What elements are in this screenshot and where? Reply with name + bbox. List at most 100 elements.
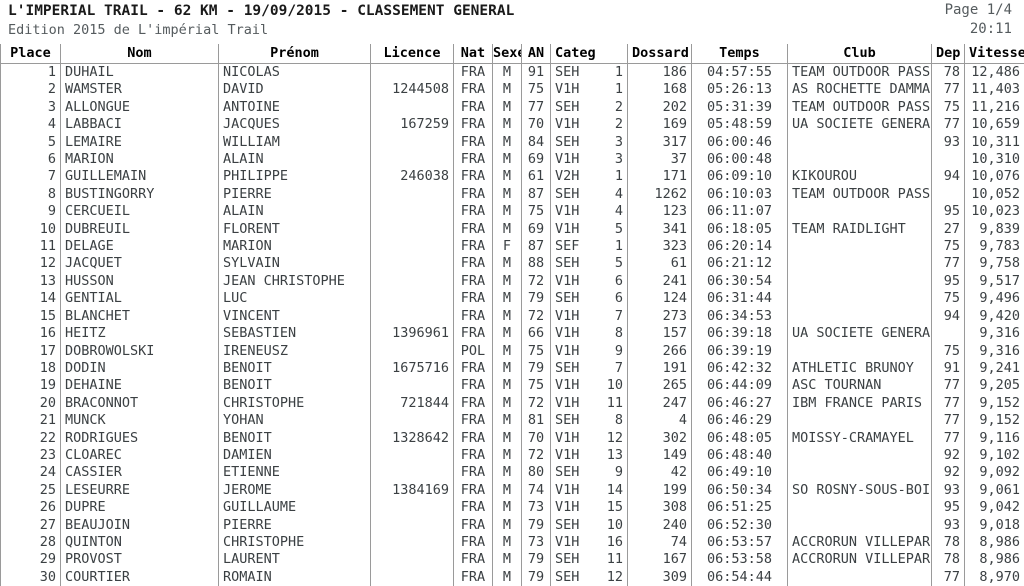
column-header-nom[interactable]: Nom xyxy=(61,44,219,64)
row-cell-licence xyxy=(371,64,454,82)
table-row[interactable]: 17DOBROWOLSKIIRENEUSZPOLM75V1H926606:39:… xyxy=(1,343,1024,360)
row-cell-nom: HUSSON xyxy=(61,273,219,290)
table-row[interactable]: 22RODRIGUESBENOIT1328642FRAM70V1H1230206… xyxy=(1,430,1024,447)
table-row[interactable]: 4LABBACIJACQUES167259FRAM70V1H216905:48:… xyxy=(1,116,1024,133)
row-cell-nat: FRA xyxy=(454,360,493,377)
row-cell-dossard: 302 xyxy=(628,430,692,447)
row-cell-club: TEAM OUTDOOR PASSION xyxy=(788,99,932,116)
table-row[interactable]: 12JACQUETSYLVAINFRAM88SEH56106:21:12779,… xyxy=(1,255,1024,272)
row-cell-sexe: M xyxy=(493,517,522,534)
table-row[interactable]: 7GUILLEMAINPHILIPPE246038FRAM61V2H117106… xyxy=(1,168,1024,185)
row-cell-place: 28 xyxy=(1,534,61,551)
row-cell-categ: V2H xyxy=(551,168,596,185)
table-row[interactable]: 27BEAUJOINPIERREFRAM79SEH1024006:52:3093… xyxy=(1,517,1024,534)
column-header-dep[interactable]: Dep xyxy=(932,44,965,64)
row-cell-nat: FRA xyxy=(454,569,493,586)
row-cell-place: 3 xyxy=(1,99,61,116)
row-cell-categ: SEH xyxy=(551,551,596,568)
row-cell-licence xyxy=(371,273,454,290)
row-cell-temps: 05:26:13 xyxy=(692,81,788,98)
row-cell-licence xyxy=(371,377,454,394)
row-cell-dep: 94 xyxy=(932,308,965,325)
table-row[interactable]: 9CERCUEILALAINFRAM75V1H412306:11:079510,… xyxy=(1,203,1024,220)
row-cell-nat: FRA xyxy=(454,255,493,272)
print-time: 20:11 xyxy=(970,20,1012,38)
row-cell-place: 9 xyxy=(1,203,61,220)
row-cell-vitesse: 10,052 xyxy=(965,186,1024,203)
row-cell-club xyxy=(788,308,932,325)
row-cell-nom: BUSTINGORRY xyxy=(61,186,219,203)
row-cell-an: 66 xyxy=(522,325,551,342)
row-cell-sexe: M xyxy=(493,412,522,429)
row-cell-place: 29 xyxy=(1,551,61,568)
row-cell-club xyxy=(788,203,932,220)
table-row[interactable]: 24CASSIERETIENNEFRAM80SEH94206:49:10929,… xyxy=(1,464,1024,481)
table-row[interactable]: 11DELAGEMARIONFRAF87SEF132306:20:14759,7… xyxy=(1,238,1024,255)
table-row[interactable]: 2WAMSTERDAVID1244508FRAM75V1H116805:26:1… xyxy=(1,81,1024,98)
row-cell-nom: PROVOST xyxy=(61,551,219,568)
table-row[interactable]: 13HUSSONJEAN CHRISTOPHEFRAM72V1H624106:3… xyxy=(1,273,1024,290)
table-row[interactable]: 28QUINTONCHRISTOPHEFRAM73V1H167406:53:57… xyxy=(1,534,1024,551)
row-cell-club: KIKOUROU xyxy=(788,168,932,185)
table-row[interactable]: 6MARIONALAINFRAM69V1H33706:00:4810,310 xyxy=(1,151,1024,168)
row-cell-dossard: 74 xyxy=(628,534,692,551)
row-cell-prenom: LAURENT xyxy=(219,551,371,568)
row-cell-vitesse: 10,076 xyxy=(965,168,1024,185)
table-row[interactable]: 14GENTIALLUCFRAM79SEH612406:31:44759,496 xyxy=(1,290,1024,307)
table-row[interactable]: 10DUBREUILFLORENTFRAM69V1H534106:18:05TE… xyxy=(1,221,1024,238)
row-cell-sexe: M xyxy=(493,221,522,238)
table-row[interactable]: 30COURTIERROMAINFRAM79SEH1230906:54:4477… xyxy=(1,569,1024,586)
row-cell-temps: 05:31:39 xyxy=(692,99,788,116)
column-header-vitesse[interactable]: Vitesse xyxy=(965,44,1024,64)
table-row[interactable]: 29PROVOSTLAURENTFRAM79SEH1116706:53:58AC… xyxy=(1,551,1024,568)
row-cell-nom: ALLONGUE xyxy=(61,99,219,116)
column-header-club[interactable]: Club xyxy=(788,44,932,64)
table-row[interactable]: 25LESEURREJEROME1384169FRAM74V1H1419906:… xyxy=(1,482,1024,499)
table-row[interactable]: 18DODINBENOIT1675716FRAM79SEH719106:42:3… xyxy=(1,360,1024,377)
column-header-temps[interactable]: Temps xyxy=(692,44,788,64)
row-cell-categ: V1H xyxy=(551,221,596,238)
row-cell-prenom: PIERRE xyxy=(219,186,371,203)
row-cell-sexe: M xyxy=(493,203,522,220)
table-row[interactable]: 3ALLONGUEANTOINEFRAM77SEH220205:31:39TEA… xyxy=(1,99,1024,116)
column-header-prenom[interactable]: Prénom xyxy=(219,44,371,64)
column-header-place[interactable]: Place xyxy=(1,44,61,64)
table-row[interactable]: 19DEHAINEBENOITFRAM75V1H1026506:44:09ASC… xyxy=(1,377,1024,394)
table-row[interactable]: 16HEITZSEBASTIEN1396961FRAM66V1H815706:3… xyxy=(1,325,1024,342)
table-row[interactable]: 5LEMAIREWILLIAMFRAM84SEH331706:00:469310… xyxy=(1,134,1024,151)
table-row[interactable]: 23CLOARECDAMIENFRAM72V1H1314906:48:40929… xyxy=(1,447,1024,464)
row-cell-dossard: 191 xyxy=(628,360,692,377)
row-cell-prenom: CHRISTOPHE xyxy=(219,534,371,551)
row-cell-sexe: M xyxy=(493,551,522,568)
row-cell-club xyxy=(788,499,932,516)
row-cell-temps: 06:34:53 xyxy=(692,308,788,325)
row-cell-club xyxy=(788,238,932,255)
column-header-an[interactable]: AN xyxy=(522,44,551,64)
row-cell-vitesse: 9,042 xyxy=(965,499,1024,516)
row-cell-dossard: 240 xyxy=(628,517,692,534)
column-header-licence[interactable]: Licence xyxy=(371,44,454,64)
row-cell-dossard: 266 xyxy=(628,343,692,360)
column-header-dossard[interactable]: Dossard xyxy=(628,44,692,64)
row-cell-dep: 91 xyxy=(932,360,965,377)
row-cell-an: 72 xyxy=(522,395,551,412)
table-row[interactable]: 26DUPREGUILLAUMEFRAM73V1H1530806:51:2595… xyxy=(1,499,1024,516)
table-row[interactable]: 1DUHAILNICOLASFRAM91SEH118604:57:55TEAM … xyxy=(1,64,1024,82)
row-cell-categ: SEH xyxy=(551,134,596,151)
table-row[interactable]: 20BRACONNOTCHRISTOPHE721844FRAM72V1H1124… xyxy=(1,395,1024,412)
row-cell-sexe: M xyxy=(493,186,522,203)
column-header-nat[interactable]: Nat xyxy=(454,44,493,64)
table-row[interactable]: 8BUSTINGORRYPIERREFRAM87SEH4126206:10:03… xyxy=(1,186,1024,203)
column-header-sexe[interactable]: Sexe xyxy=(493,44,522,64)
row-cell-dep: 77 xyxy=(932,255,965,272)
row-cell-an: 79 xyxy=(522,517,551,534)
row-cell-club xyxy=(788,273,932,290)
row-cell-licence: 721844 xyxy=(371,395,454,412)
column-header-categ[interactable]: Categ. xyxy=(551,44,596,64)
table-row[interactable]: 15BLANCHETVINCENTFRAM72V1H727306:34:5394… xyxy=(1,308,1024,325)
column-header-categ-rank[interactable] xyxy=(596,44,628,64)
row-cell-temps: 06:46:29 xyxy=(692,412,788,429)
table-row[interactable]: 21MUNCKYOHANFRAM81SEH8406:46:29779,152 xyxy=(1,412,1024,429)
row-cell-an: 79 xyxy=(522,551,551,568)
results-table: Place Nom Prénom Licence Nat Sexe AN Cat… xyxy=(0,44,1024,586)
